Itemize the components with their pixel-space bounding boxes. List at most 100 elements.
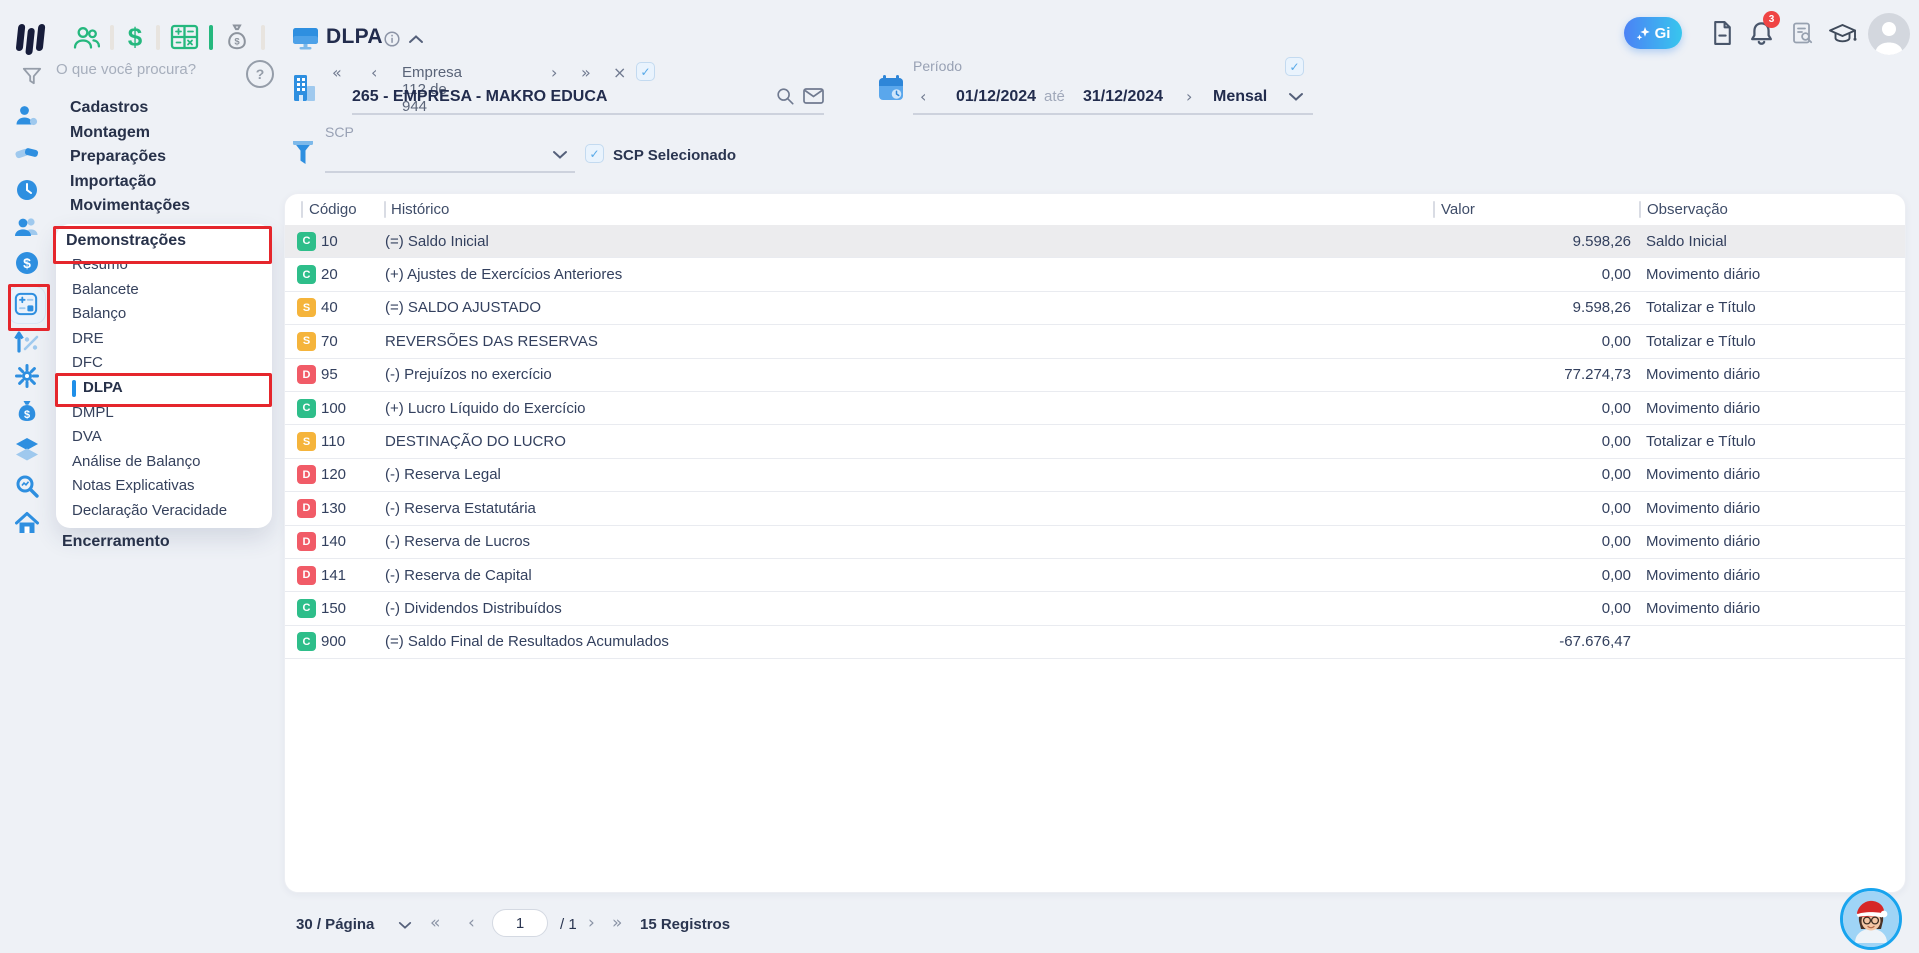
column-header-valor[interactable]: Valor <box>1441 194 1475 225</box>
clock-icon[interactable] <box>14 177 40 203</box>
pagination-prev-button[interactable]: ‹ <box>468 915 475 932</box>
notification-badge: 3 <box>1763 11 1780 28</box>
settings-icon[interactable] <box>14 363 40 389</box>
column-header-observacao[interactable]: Observação <box>1647 194 1728 225</box>
table-row[interactable]: D140(-) Reserva de Lucros0,00Movimento d… <box>285 526 1905 559</box>
row-historico: (=) Saldo Inicial <box>385 233 1435 250</box>
company-checkbox[interactable]: ✓ <box>636 62 655 81</box>
audit-log-icon[interactable] <box>1792 22 1815 46</box>
sidebar-item-2[interactable]: Montagem <box>70 125 190 142</box>
company-prev-button[interactable]: ‹ <box>371 64 377 82</box>
table-row[interactable]: C20(+) Ajustes de Exercícios Anteriores0… <box>285 258 1905 291</box>
pagination-next-button[interactable]: › <box>588 915 595 932</box>
row-historico: (+) Lucro Líquido do Exercício <box>385 400 1435 417</box>
info-icon[interactable] <box>384 31 400 47</box>
total-pages-label: / 1 <box>560 916 577 933</box>
submenu-item-resumo[interactable]: Resumo <box>56 253 272 278</box>
table-row[interactable]: D120(-) Reserva Legal0,00Movimento diári… <box>285 459 1905 492</box>
sidebar-item-4[interactable]: Importação <box>70 174 190 191</box>
chevron-up-icon[interactable] <box>408 34 424 44</box>
period-end-date[interactable]: 31/12/2024 <box>1083 88 1163 106</box>
chevron-down-icon[interactable] <box>398 921 412 930</box>
chart-up-icon[interactable] <box>14 328 40 354</box>
submenu-item-dre[interactable]: DRE <box>56 327 272 352</box>
calculator-icon[interactable] <box>14 292 40 318</box>
envelope-icon[interactable] <box>803 88 824 105</box>
sidebar-item-1[interactable]: Cadastros <box>70 100 190 117</box>
assistant-avatar[interactable] <box>1840 888 1902 950</box>
module-separator <box>156 25 160 50</box>
ledger-grid-icon[interactable] <box>170 23 199 51</box>
submenu-item-label: DMPL <box>72 401 114 426</box>
submenu-item-dmpl[interactable]: DMPL <box>56 401 272 426</box>
chevron-down-icon[interactable] <box>1288 92 1304 102</box>
sidebar-item-3[interactable]: Preparações <box>70 149 190 166</box>
sidebar-item-encerramento[interactable]: Encerramento <box>62 533 170 551</box>
table-row[interactable]: C150(-) Dividendos Distribuídos0,00Movim… <box>285 592 1905 625</box>
page-number-input[interactable] <box>492 909 548 937</box>
submenu-item-declara-o-veracidade[interactable]: Declaração Veracidade <box>56 499 272 524</box>
table-row[interactable]: S40(=) SALDO AJUSTADO9.598,26Totalizar e… <box>285 292 1905 325</box>
submenu-item-balan-o[interactable]: Balanço <box>56 302 272 327</box>
search-filter-icon[interactable] <box>22 66 42 86</box>
table-row[interactable]: D95(-) Prejuízos no exercício77.274,73Mo… <box>285 359 1905 392</box>
document-icon[interactable] <box>1710 20 1735 46</box>
help-icon[interactable]: ? <box>246 60 274 88</box>
scp-selected-checkbox[interactable]: ✓ <box>585 144 604 163</box>
period-start-date[interactable]: 01/12/2024 <box>956 88 1036 106</box>
submenu-item-an-lise-de-balan-o[interactable]: Análise de Balanço <box>56 450 272 475</box>
chevron-down-icon[interactable] <box>552 150 568 160</box>
row-observacao: Movimento diário <box>1638 500 1905 517</box>
search-input[interactable] <box>54 60 218 79</box>
company-clear-button[interactable]: × <box>613 64 626 82</box>
money-bag-icon[interactable]: $ <box>14 399 40 425</box>
table-row[interactable]: D130(-) Reserva Estatutária0,00Movimento… <box>285 492 1905 525</box>
period-next-button[interactable]: › <box>1186 88 1192 106</box>
search-analysis-icon[interactable] <box>14 473 40 499</box>
home-icon[interactable] <box>14 510 40 536</box>
submenu-item-dva[interactable]: DVA <box>56 425 272 450</box>
users-outline-icon[interactable] <box>72 24 100 51</box>
user-avatar[interactable] <box>1868 13 1910 55</box>
company-name[interactable]: 265 - EMPRESA - MAKRO EDUCA <box>352 88 607 106</box>
company-search-icon[interactable] <box>775 86 795 106</box>
user-settings-icon[interactable] <box>14 103 40 129</box>
pagination-last-button[interactable]: » <box>612 915 622 932</box>
submenu-item-dlpa[interactable]: DLPA <box>56 376 272 401</box>
row-valor: -67.676,47 <box>1435 633 1638 650</box>
submenu-item-label: Análise de Balanço <box>72 450 200 475</box>
sidebar-item-5[interactable]: Movimentações <box>70 198 190 215</box>
table-row[interactable]: C100(+) Lucro Líquido do Exercício0,00Mo… <box>285 392 1905 425</box>
sidebar-item-demonstracoes[interactable]: Demonstrações <box>56 228 272 253</box>
submenu-item-dfc[interactable]: DFC <box>56 351 272 376</box>
period-mode-select[interactable]: Mensal <box>1213 88 1267 106</box>
row-codigo: 140 <box>321 533 385 550</box>
gi-assistant-button[interactable]: Gi <box>1624 17 1682 49</box>
submenu-item-balancete[interactable]: Balancete <box>56 278 272 303</box>
users-icon[interactable] <box>14 214 40 240</box>
table-row[interactable]: C10(=) Saldo Inicial9.598,26Saldo Inicia… <box>285 225 1905 258</box>
page-size-select[interactable]: 30 / Página <box>296 916 374 933</box>
app-logo[interactable] <box>13 19 49 59</box>
company-first-button[interactable]: « <box>332 64 342 82</box>
column-header-historico[interactable]: Histórico <box>391 194 449 225</box>
column-header-codigo[interactable]: Código <box>309 194 357 225</box>
sparkles-icon <box>1636 26 1651 41</box>
money-bag-outline-icon[interactable]: $ <box>223 23 251 52</box>
layers-icon[interactable] <box>14 436 40 462</box>
currency-dollar-icon[interactable]: $ <box>124 22 146 52</box>
row-codigo: 100 <box>321 400 385 417</box>
table-row[interactable]: S110DESTINAÇÃO DO LUCRO0,00Totalizar e T… <box>285 425 1905 458</box>
dollar-circle-icon[interactable]: $ <box>14 250 40 276</box>
company-last-button[interactable]: » <box>581 64 591 82</box>
table-row[interactable]: C900(=) Saldo Final de Resultados Acumul… <box>285 626 1905 659</box>
submenu-item-notas-explicativas[interactable]: Notas Explicativas <box>56 474 272 499</box>
graduation-cap-icon[interactable] <box>1828 20 1857 47</box>
pagination-first-button[interactable]: « <box>430 915 440 932</box>
handshake-icon[interactable] <box>14 140 40 166</box>
period-checkbox[interactable]: ✓ <box>1285 57 1304 76</box>
period-prev-button[interactable]: ‹ <box>920 88 926 106</box>
table-row[interactable]: S70REVERSÕES DAS RESERVAS0,00Totalizar e… <box>285 325 1905 358</box>
table-row[interactable]: D141(-) Reserva de Capital0,00Movimento … <box>285 559 1905 592</box>
company-next-button[interactable]: › <box>551 64 557 82</box>
